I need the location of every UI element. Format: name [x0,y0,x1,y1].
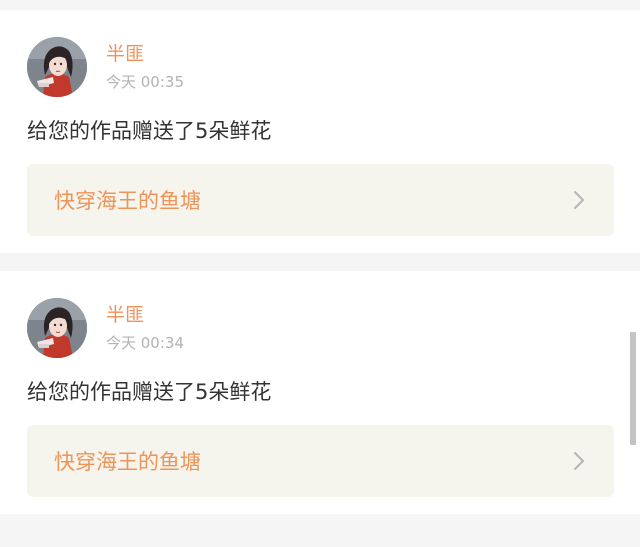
notification-message: 给您的作品赠送了5朵鲜花 [27,380,272,404]
timestamp: 今天 00:35 [106,73,184,91]
notification-feed: 半匪 今天 00:35 给您的作品赠送了5朵鲜花 快穿海王的鱼塘 半匪 今天 0… [0,0,640,547]
user-avatar-icon [27,298,87,358]
user-avatar[interactable] [27,37,87,97]
user-name[interactable]: 半匪 [106,304,144,326]
chevron-right-icon [574,452,584,470]
work-title: 快穿海王的鱼塘 [54,450,201,474]
work-title: 快穿海王的鱼塘 [54,189,201,213]
chevron-right-icon [574,191,584,209]
user-avatar[interactable] [27,298,87,358]
user-name[interactable]: 半匪 [106,43,144,65]
user-avatar-icon [27,37,87,97]
work-link-card[interactable]: 快穿海王的鱼塘 [27,425,614,497]
timestamp: 今天 00:34 [106,334,184,352]
notification-card: 半匪 今天 00:34 给您的作品赠送了5朵鲜花 快穿海王的鱼塘 [0,271,640,514]
work-link-card[interactable]: 快穿海王的鱼塘 [27,164,614,236]
notification-message: 给您的作品赠送了5朵鲜花 [27,119,272,143]
scrollbar-thumb[interactable] [630,332,636,445]
notification-card: 半匪 今天 00:35 给您的作品赠送了5朵鲜花 快穿海王的鱼塘 [0,10,640,253]
